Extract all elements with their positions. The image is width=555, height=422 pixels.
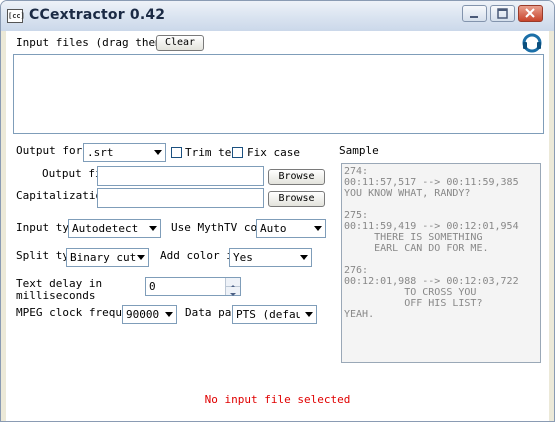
window-title: CCextractor 0.42 <box>29 7 166 23</box>
chevron-down-icon <box>149 226 157 231</box>
output-format-value: .srt <box>87 146 114 159</box>
main-panel: Input files (drag them in) Clear Output … <box>6 31 549 421</box>
input-files-label: Input files (drag them in) <box>16 36 156 49</box>
trim-text-checkbox[interactable] <box>171 147 182 158</box>
data-pad-select[interactable]: PTS (default) <box>232 305 317 324</box>
arrow-down-icon <box>230 293 236 296</box>
capitalization-input[interactable] <box>97 188 264 208</box>
add-color-label: Add color info <box>160 249 230 262</box>
sample-line: THERE IS SOMETHING <box>344 232 483 243</box>
fix-case-checkbox[interactable] <box>232 147 243 158</box>
input-type-label: Input type <box>16 221 72 234</box>
title-bar[interactable]: [cc] CCextractor 0.42 <box>1 1 554 31</box>
mpeg-clock-value: 90000 <box>126 308 160 321</box>
split-type-value: Binary cut <box>70 251 137 264</box>
input-type-select[interactable]: Autodetect <box>68 219 161 238</box>
fix-case-label: Fix case <box>247 146 300 159</box>
chevron-down-icon <box>300 255 308 260</box>
sample-line: 276: <box>344 265 369 276</box>
sample-line: 00:11:59,419 --> 00:12:01,954 <box>344 221 519 232</box>
app-window: [cc] CCextractor 0.42 Input files (drag … <box>0 0 555 422</box>
sample-line: OFF HIS LIST? <box>344 298 483 309</box>
sample-line: YEAH. <box>344 309 375 320</box>
spin-down-button[interactable] <box>225 287 240 296</box>
use-mythtv-select[interactable]: Auto <box>256 219 326 238</box>
maximize-icon <box>497 8 508 19</box>
output-file-browse-button[interactable]: Browse <box>268 169 325 185</box>
text-delay-value: 0 <box>149 280 156 293</box>
help-icon[interactable] <box>522 33 542 53</box>
chevron-down-icon <box>305 312 313 317</box>
split-type-label: Split type <box>16 249 68 262</box>
input-files-list[interactable] <box>13 54 544 134</box>
input-type-value: Autodetect <box>72 222 139 235</box>
add-color-select[interactable]: Yes <box>229 248 312 267</box>
sample-line: EARL CAN DO FOR ME. <box>344 243 489 254</box>
chevron-down-icon <box>314 226 322 231</box>
maximize-button[interactable] <box>490 5 515 22</box>
sample-line: YOU KNOW WHAT, RANDY? <box>344 188 471 199</box>
output-format-label: Output format <box>16 144 82 157</box>
sample-line: 274: <box>344 166 369 177</box>
spin-up-button[interactable] <box>225 278 240 288</box>
sample-label: Sample <box>339 144 379 157</box>
split-type-select[interactable]: Binary cut <box>66 248 149 267</box>
close-icon <box>525 8 535 18</box>
sample-line: TO CROSS YOU <box>344 287 477 298</box>
chevron-down-icon <box>165 312 173 317</box>
chevron-down-icon <box>154 150 162 155</box>
capitalization-label: Capitalization <box>16 189 98 202</box>
output-file-label: Output file <box>42 167 98 180</box>
status-message: No input file selected <box>204 393 351 406</box>
sample-line: 00:12:01,988 --> 00:12:03,722 <box>344 276 519 287</box>
data-pad-value: PTS (default) <box>236 308 300 321</box>
app-icon: [cc] <box>7 9 25 23</box>
minimize-button[interactable] <box>462 5 487 22</box>
sample-line: 00:11:57,517 --> 00:11:59,385 <box>344 177 519 188</box>
data-pad-label: Data pad <box>185 306 238 319</box>
sample-preview: 274: 00:11:57,517 --> 00:11:59,385 YOU K… <box>341 163 541 363</box>
close-button[interactable] <box>518 5 543 22</box>
output-format-select[interactable]: .srt <box>83 143 166 162</box>
trim-text-label: Trim text <box>185 146 231 159</box>
capitalization-browse-button[interactable]: Browse <box>268 191 325 207</box>
add-color-value: Yes <box>233 251 253 264</box>
chevron-down-icon <box>137 255 145 260</box>
text-delay-label-units: milliseconds <box>16 289 96 302</box>
output-file-input[interactable] <box>97 166 264 186</box>
sample-line: 275: <box>344 210 369 221</box>
mpeg-clock-select[interactable]: 90000 <box>122 305 177 324</box>
mpeg-clock-label: MPEG clock frequency <box>16 306 124 319</box>
minimize-icon <box>470 16 478 18</box>
text-delay-spinner[interactable]: 0 <box>145 277 241 296</box>
use-mythtv-value: Auto <box>260 222 287 235</box>
clear-button[interactable]: Clear <box>156 35 204 51</box>
